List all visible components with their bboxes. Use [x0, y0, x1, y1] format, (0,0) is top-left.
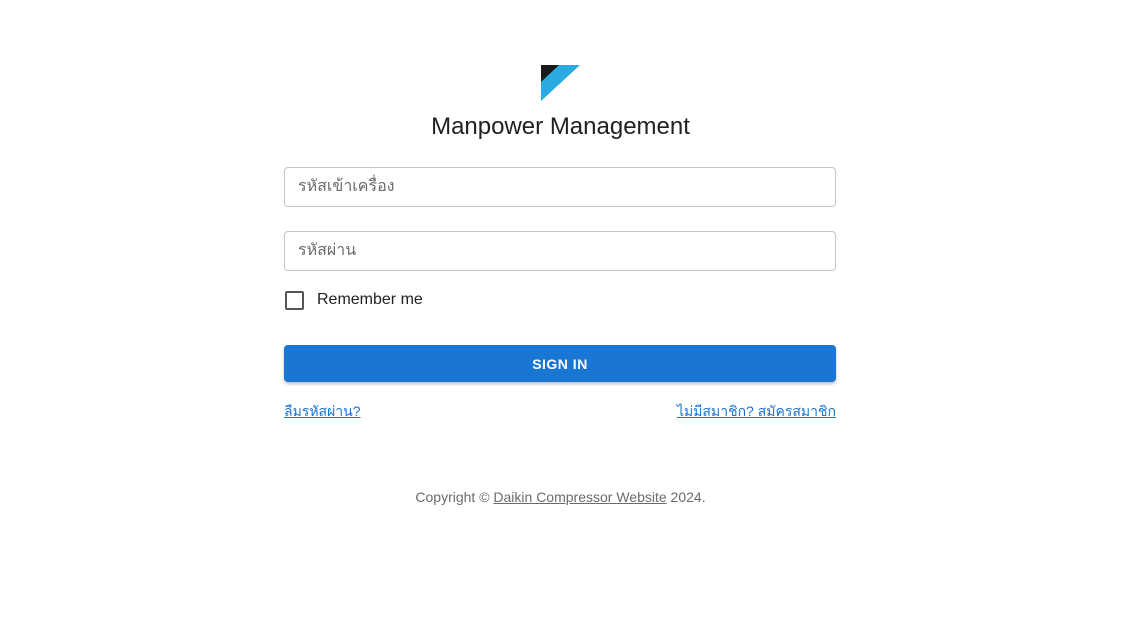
username-field[interactable] [284, 167, 836, 207]
sign-in-button[interactable]: SIGN IN [284, 345, 836, 382]
signup-link[interactable]: ไม่มีสมาชิก? สมัครสมาชิก [677, 402, 836, 420]
login-page: Manpower Management Remember me SIGN IN … [0, 0, 1121, 632]
password-input[interactable] [285, 232, 835, 270]
company-website-link[interactable]: Daikin Compressor Website [493, 489, 666, 505]
copyright-prefix: Copyright © [415, 489, 494, 505]
daikin-logo-icon [541, 65, 580, 101]
copyright-suffix: 2024. [666, 489, 706, 505]
remember-me-row[interactable]: Remember me [284, 289, 423, 311]
remember-me-label[interactable]: Remember me [317, 291, 423, 309]
copyright-footer: Copyright © Daikin Compressor Website 20… [0, 488, 1121, 506]
remember-me-checkbox[interactable] [285, 290, 304, 310]
forgot-password-link[interactable]: ลืมรหัสผ่าน? [284, 402, 361, 420]
username-input[interactable] [285, 168, 835, 206]
password-field[interactable] [284, 231, 836, 271]
app-title: Manpower Management [431, 113, 690, 140]
